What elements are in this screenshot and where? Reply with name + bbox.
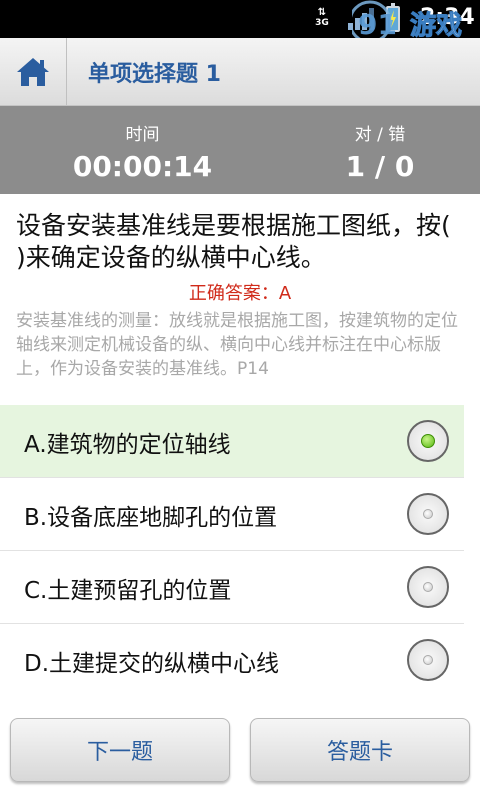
option-label: C.土建预留孔的位置 <box>24 578 232 604</box>
answer-card-button[interactable]: 答题卡 <box>250 718 470 782</box>
status-bar: ⇅ 3G 2:34 <box>0 0 480 38</box>
radio-unchecked-icon[interactable] <box>407 639 449 681</box>
answer-explanation: 安装基准线的测量：放线就是根据施工图，按建筑物的定位轴线来测定机械设备的纵、横向… <box>16 311 458 379</box>
option-label: B.设备底座地脚孔的位置 <box>24 505 278 531</box>
option-b[interactable]: B.设备底座地脚孔的位置 <box>0 478 464 551</box>
option-label: A.建筑物的定位轴线 <box>24 432 231 458</box>
radio-unchecked-icon[interactable] <box>407 566 449 608</box>
option-c[interactable]: C.土建预留孔的位置 <box>0 551 464 624</box>
option-d[interactable]: D.土建提交的纵横中心线 <box>0 624 464 697</box>
signal-strength-icon <box>348 8 374 30</box>
score-value: 1 / 0 <box>345 150 415 183</box>
stats-panel: 时间 00:00:14 对 / 错 1 / 0 <box>0 106 480 194</box>
next-question-button[interactable]: 下一题 <box>10 718 230 782</box>
network-3g-icon: ⇅ 3G <box>315 7 329 28</box>
page-title: 单项选择题 1 <box>88 62 221 87</box>
bottom-bar: 下一题 答题卡 <box>0 706 480 800</box>
time-value: 00:00:14 <box>72 150 213 183</box>
battery-icon <box>386 3 400 32</box>
title-bar: 单项选择题 1 <box>0 38 480 106</box>
radio-checked-icon[interactable] <box>407 420 449 462</box>
clock: 2:34 <box>420 5 475 30</box>
question-text: 设备安装基准线是要根据施工图纸，按( )来确定设备的纵横中心线。 <box>16 211 451 272</box>
radio-unchecked-icon[interactable] <box>407 493 449 535</box>
home-button[interactable] <box>0 38 67 105</box>
option-label: D.土建提交的纵横中心线 <box>24 651 280 677</box>
score-label: 对 / 错 <box>354 125 406 145</box>
option-a[interactable]: A.建筑物的定位轴线 <box>0 405 464 478</box>
home-icon <box>17 57 49 86</box>
time-label: 时间 <box>125 125 160 145</box>
correct-answer: 正确答案：A <box>188 283 292 304</box>
